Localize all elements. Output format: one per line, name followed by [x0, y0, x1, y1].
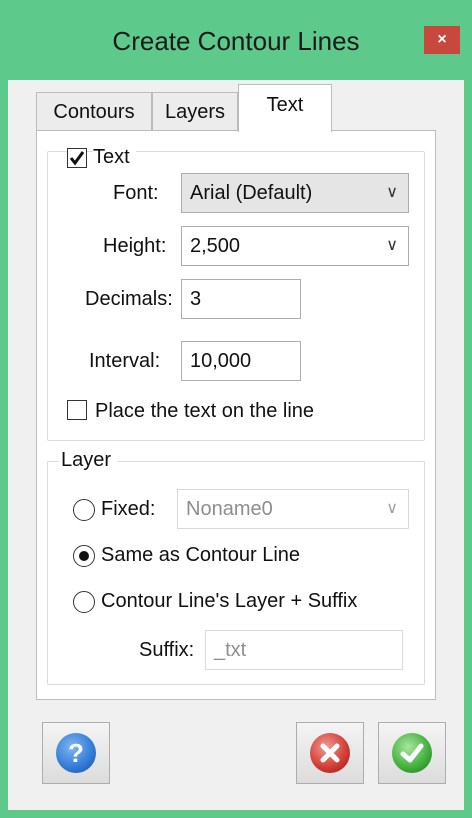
- same-as-contour-label: Same as Contour Line: [101, 544, 301, 566]
- layer-group-legend: Layer: [59, 449, 118, 472]
- close-button[interactable]: ×: [424, 26, 460, 54]
- height-value: 2,500: [190, 235, 241, 257]
- suffix-label: Suffix:: [139, 639, 195, 661]
- radio-selected-dot: [79, 551, 89, 561]
- tab-contours[interactable]: Contours: [36, 92, 152, 131]
- ok-check-icon: [392, 733, 432, 773]
- window-title: Create Contour Lines: [112, 26, 360, 56]
- tab-text[interactable]: Text: [238, 84, 332, 132]
- title-bar[interactable]: Create Contour Lines ×: [0, 0, 472, 80]
- chevron-down-icon: ∨: [386, 237, 398, 254]
- dialog-window: Create Contour Lines × Contours Layers T…: [0, 0, 472, 818]
- tab-layers[interactable]: Layers: [152, 92, 238, 131]
- svg-text:?: ?: [68, 738, 84, 768]
- place-on-line-checkbox[interactable]: [67, 400, 87, 420]
- ok-button[interactable]: [378, 722, 446, 784]
- fixed-layer-select[interactable]: Noname0 ∨: [177, 489, 409, 529]
- fixed-layer-value: Noname0: [186, 498, 273, 520]
- layer-suffix-label: Contour Line's Layer + Suffix: [101, 590, 358, 612]
- dialog-body: Contours Layers Text Text Font: Arial (D…: [8, 80, 464, 810]
- font-select[interactable]: Arial (Default) ∨: [181, 173, 409, 213]
- question-icon: ?: [56, 733, 96, 773]
- fixed-label: Fixed:: [101, 498, 156, 520]
- text-tab-panel: Text Font: Arial (Default) ∨ Height: 2,5…: [36, 130, 436, 700]
- text-checkbox-label: Text: [93, 146, 136, 169]
- interval-input[interactable]: 10,000: [181, 341, 301, 381]
- decimals-label: Decimals:: [85, 288, 173, 310]
- suffix-input[interactable]: _txt: [205, 630, 403, 670]
- decimals-input[interactable]: 3: [181, 279, 301, 319]
- font-label: Font:: [113, 182, 159, 204]
- cancel-icon: [310, 733, 350, 773]
- help-button[interactable]: ?: [42, 722, 110, 784]
- chevron-down-icon: ∨: [386, 184, 398, 201]
- interval-label: Interval:: [89, 350, 161, 372]
- chevron-down-icon: ∨: [386, 500, 398, 517]
- place-on-line-label: Place the text on the line: [95, 400, 315, 422]
- height-label: Height:: [103, 235, 167, 257]
- layer-suffix-radio[interactable]: [73, 591, 95, 613]
- cancel-button[interactable]: [296, 722, 364, 784]
- text-checkbox[interactable]: [67, 148, 87, 168]
- font-value: Arial (Default): [190, 182, 313, 204]
- same-as-contour-radio[interactable]: [73, 545, 95, 567]
- height-combobox[interactable]: 2,500 ∨: [181, 226, 409, 266]
- fixed-radio[interactable]: [73, 499, 95, 521]
- checkmark-icon: [69, 151, 85, 166]
